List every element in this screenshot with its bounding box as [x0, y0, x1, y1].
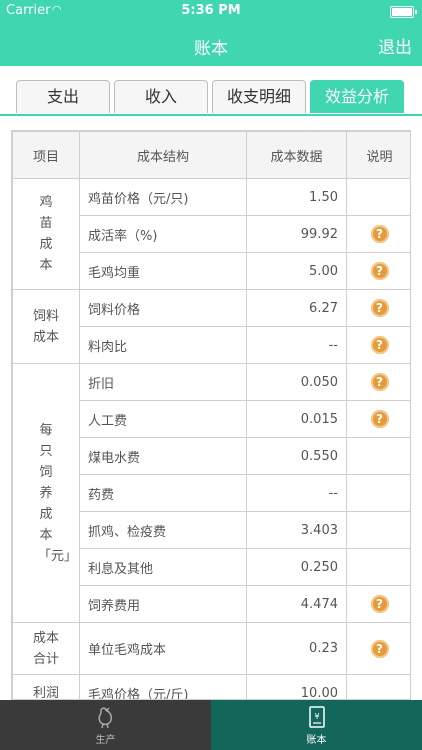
status-bar: Carrier ◠ 5:36 PM: [0, 0, 422, 22]
help-icon[interactable]: ?: [370, 262, 389, 280]
ledger-icon: ¥: [211, 705, 422, 731]
group-feed-cost: 饲料成本: [12, 289, 80, 364]
tab-underline: [0, 114, 422, 116]
row-label: 饲养费用: [79, 585, 247, 623]
row-value: 6.27: [246, 289, 347, 327]
cost-table: 项目 成本结构 成本数据 说明 鸡苗成本 鸡苗价格（元/只) 1.50 成活率（…: [12, 131, 410, 699]
exit-button[interactable]: 退出: [378, 33, 412, 58]
group-per-bird-cost: 每只饲养成本「元」: [12, 363, 80, 623]
row-label: 鸡苗价格（元/只): [79, 178, 247, 216]
table-row: 成本合计 单位毛鸡成本 0.23 ?: [12, 622, 410, 675]
row-label: 煤电水费: [79, 437, 247, 475]
svg-text:¥: ¥: [314, 712, 319, 721]
row-value: 10.00: [246, 674, 347, 699]
group-chick-cost: 鸡苗成本: [12, 178, 80, 290]
row-value: 0.015: [246, 400, 347, 438]
row-value: 0.250: [246, 548, 347, 586]
tab-details[interactable]: 收支明细: [212, 80, 306, 113]
row-label: 饲料价格: [79, 289, 247, 327]
tab-production[interactable]: 生产: [0, 700, 211, 750]
tab-income[interactable]: 收入: [114, 80, 208, 113]
tab-benefit-analysis[interactable]: 效益分析: [310, 80, 404, 113]
battery-icon: [390, 6, 417, 18]
row-label: 人工费: [79, 400, 247, 438]
group-profit: 利润: [12, 674, 80, 699]
help-icon[interactable]: ?: [370, 225, 389, 243]
row-label: 折旧: [79, 363, 247, 401]
table-row: 利润 毛鸡价格（元/斤) 10.00: [12, 674, 410, 699]
row-label: 利息及其他: [79, 548, 247, 586]
row-value: 1.50: [246, 178, 347, 216]
cost-table-container[interactable]: 项目 成本结构 成本数据 说明 鸡苗成本 鸡苗价格（元/只) 1.50 成活率（…: [11, 130, 411, 700]
row-value: 5.00: [246, 252, 347, 290]
tab-expense[interactable]: 支出: [16, 80, 110, 113]
help-icon[interactable]: ?: [370, 410, 389, 428]
table-row: 每只饲养成本「元」 折旧 0.050 ?: [12, 363, 410, 623]
help-icon[interactable]: ?: [370, 299, 389, 317]
page-title: 账本: [194, 39, 228, 59]
row-value: --: [246, 474, 347, 512]
help-icon[interactable]: ?: [370, 373, 389, 391]
clock: 5:36 PM: [181, 3, 241, 18]
help-icon[interactable]: ?: [370, 336, 389, 354]
header-item: 项目: [12, 131, 80, 179]
header-structure: 成本结构: [79, 131, 247, 179]
row-label: 药费: [79, 474, 247, 512]
help-icon[interactable]: ?: [370, 639, 389, 658]
header-note: 说明: [346, 131, 410, 179]
app-header: Carrier ◠ 5:36 PM 账本 退出: [0, 0, 422, 66]
segment-tabs: 支出 收入 收支明细 效益分析: [16, 80, 406, 114]
row-label: 毛鸡均重: [79, 252, 247, 290]
row-value: 0.050: [246, 363, 347, 401]
chicken-icon: [0, 705, 211, 731]
table-row: 鸡苗成本 鸡苗价格（元/只) 1.50: [12, 178, 410, 290]
tab-ledger-label: 账本: [306, 735, 327, 746]
row-label: 料肉比: [79, 326, 247, 364]
header-data: 成本数据: [246, 131, 347, 179]
row-label: 毛鸡价格（元/斤): [79, 674, 247, 699]
row-value: 4.474: [246, 585, 347, 623]
help-icon[interactable]: ?: [370, 595, 389, 613]
row-label: 抓鸡、检疫费: [79, 511, 247, 549]
row-value: 99.92: [246, 215, 347, 253]
tab-ledger[interactable]: ¥ 账本: [211, 700, 422, 750]
table-header-row: 项目 成本结构 成本数据 说明: [12, 131, 410, 179]
group-total-cost: 成本合计: [12, 622, 80, 675]
row-value: 0.23: [246, 622, 347, 675]
row-value: --: [246, 326, 347, 364]
row-value: 3.403: [246, 511, 347, 549]
table-row: 饲料成本 饲料价格 6.27 ?: [12, 289, 410, 364]
bottom-tab-bar: 生产 ¥ 账本: [0, 700, 422, 750]
row-label: 成活率（%): [79, 215, 247, 253]
row-value: 0.550: [246, 437, 347, 475]
row-label: 单位毛鸡成本: [79, 622, 247, 675]
tab-production-label: 生产: [95, 735, 116, 746]
